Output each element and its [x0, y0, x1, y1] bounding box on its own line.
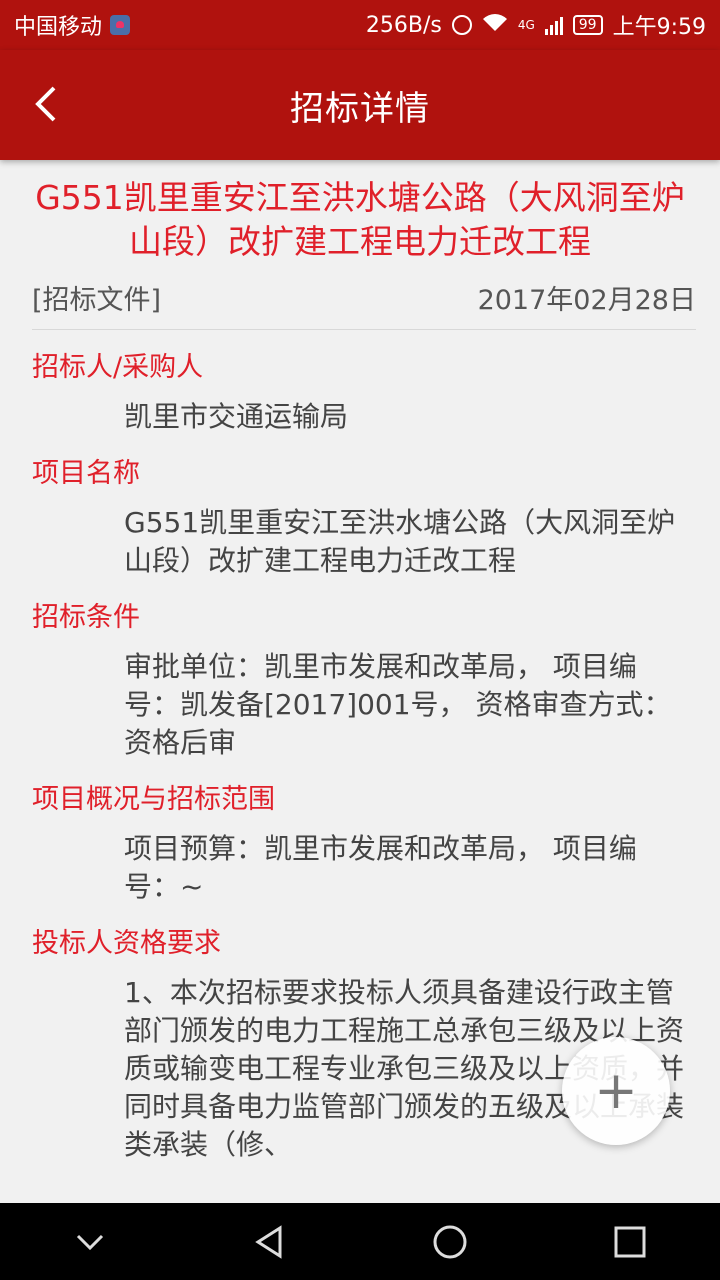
recents-square-icon[interactable] — [610, 1222, 650, 1262]
system-nav-bar — [0, 1203, 720, 1280]
document-date: 2017年02月28日 — [477, 285, 696, 316]
network-type: 4G — [517, 18, 535, 32]
section-label: 招标条件 — [32, 602, 140, 633]
section-label: 投标人资格要求 — [32, 928, 221, 959]
battery-level: 99 — [578, 17, 597, 33]
section-purchaser: 招标人/采购人 凯里市交通运输局 — [0, 350, 720, 436]
document-title: G551凯里重安江至洪水塘公路（大风洞至炉山段）改扩建工程电力迁改工程 — [35, 178, 685, 261]
section-overview: 项目概况与招标范围 项目预算：凯里市发展和改革局， 项目编号：~ — [0, 782, 720, 906]
back-arrow-icon[interactable] — [28, 84, 68, 124]
app-bar: 招标详情 — [0, 50, 720, 160]
section-body: 项目预算：凯里市发展和改革局， 项目编号：~ — [124, 832, 637, 903]
alarm-icon — [451, 15, 472, 35]
section-label: 招标人/采购人 — [32, 352, 204, 383]
signal-icon — [544, 15, 563, 35]
section-body: 审批单位：凯里市发展和改革局， 项目编号：凯发备[2017]001号， 资格审查… — [124, 650, 672, 759]
back-triangle-icon[interactable] — [250, 1222, 290, 1262]
chevron-down-icon[interactable] — [70, 1222, 110, 1262]
section-project-name: 项目名称 G551凯里重安江至洪水塘公路（大风洞至炉山段）改扩建工程电力迁改工程 — [0, 456, 720, 580]
section-label: 项目名称 — [32, 458, 140, 489]
section-conditions: 招标条件 审批单位：凯里市发展和改革局， 项目编号：凯发备[2017]001号，… — [0, 600, 720, 762]
page-title: 招标详情 — [290, 88, 430, 129]
section-body: 凯里市交通运输局 — [124, 400, 349, 433]
add-button[interactable]: + — [562, 1037, 670, 1145]
document-type: [招标文件] — [32, 285, 162, 316]
battery-icon: 99 — [572, 15, 603, 35]
section-label: 项目概况与招标范围 — [32, 784, 275, 815]
carrier-label: 中国移动 — [14, 15, 103, 40]
plus-icon: + — [594, 1061, 638, 1121]
status-bar: 中国移动 256B/s 4G 99 上午9:59 — [0, 0, 720, 50]
clock: 上午9:59 — [612, 15, 706, 40]
wifi-icon — [482, 13, 508, 38]
network-speed: 256B/s — [365, 12, 442, 38]
notification-icon — [110, 15, 131, 35]
document-meta: [招标文件] 2017年02月28日 — [32, 278, 696, 330]
section-body: G551凯里重安江至洪水塘公路（大风洞至炉山段）改扩建工程电力迁改工程 — [124, 506, 676, 577]
home-circle-icon[interactable] — [430, 1222, 470, 1262]
